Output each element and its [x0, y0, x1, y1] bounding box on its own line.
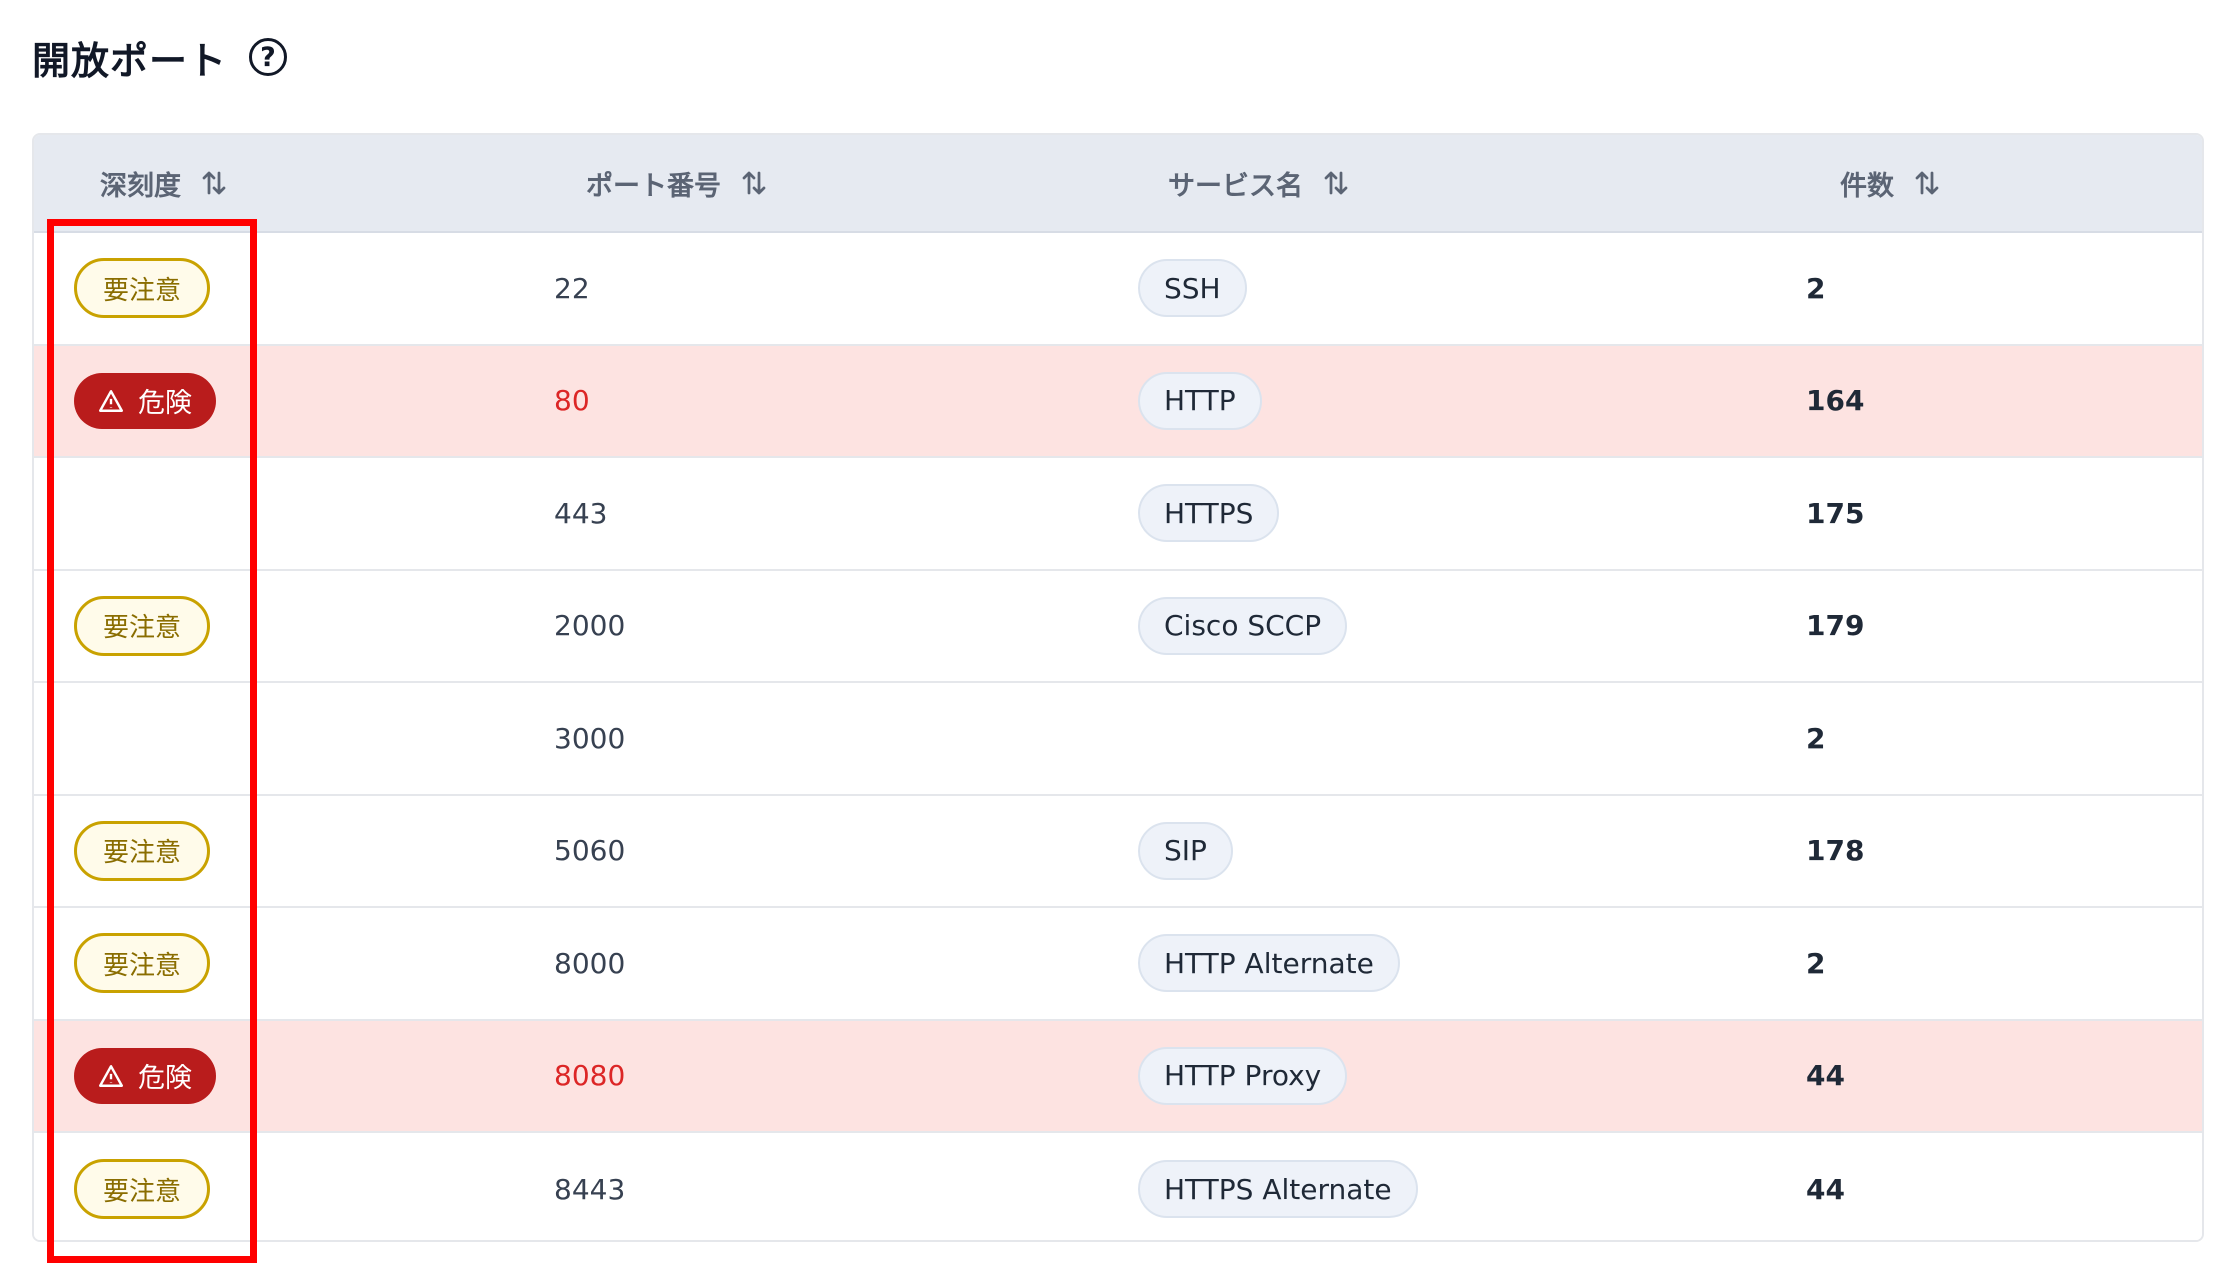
service-tag: HTTP: [1138, 371, 1262, 430]
count-cell: 44: [1806, 1059, 1845, 1093]
service-tag: HTTP Proxy: [1138, 1046, 1348, 1105]
port-cell: 22: [554, 271, 590, 305]
count-cell: 178: [1806, 834, 1865, 868]
port-cell: 8443: [554, 1172, 626, 1206]
sort-arrows-icon[interactable]: [739, 168, 769, 198]
port-cell: 80: [554, 384, 590, 418]
sort-arrows-icon[interactable]: [199, 168, 229, 198]
port-cell: 3000: [554, 721, 626, 755]
table-row[interactable]: 危険 80 HTTP 164: [34, 345, 2202, 458]
count-cell: 2: [1806, 721, 1826, 755]
page-title: 開放ポート: [32, 38, 228, 83]
service-tag: SIP: [1138, 821, 1233, 880]
table-body: 要注意 22 SSH 2 危険 80 HTTP 164 443 HTTPS 17…: [34, 233, 2202, 1240]
port-cell: 8000: [554, 946, 626, 980]
table-row[interactable]: 要注意 8000 HTTP Alternate 2: [34, 908, 2202, 1021]
service-cell: HTTPS Alternate: [1138, 1133, 1418, 1240]
column-header-port[interactable]: ポート番号: [586, 135, 769, 231]
port-cell: 8080: [554, 1059, 626, 1093]
column-header-label: 件数: [1840, 170, 1894, 202]
column-header-service[interactable]: サービス名: [1168, 135, 1351, 231]
count-cell: 2: [1806, 271, 1826, 305]
table-row[interactable]: 危険 8080 HTTP Proxy 44: [34, 1020, 2202, 1133]
title-row: 開放ポート ?: [32, 30, 288, 84]
service-cell: HTTP: [1138, 346, 1262, 457]
port-cell: 443: [554, 496, 608, 530]
sort-arrows-icon[interactable]: [1321, 168, 1351, 198]
port-cell: 5060: [554, 834, 626, 868]
severity-column-highlight: [47, 219, 257, 1263]
column-header-label: サービス名: [1168, 170, 1303, 202]
service-tag: HTTPS: [1138, 484, 1280, 543]
table-row[interactable]: 要注意 2000 Cisco SCCP 179: [34, 570, 2202, 683]
table-row[interactable]: 要注意 8443 HTTPS Alternate 44: [34, 1133, 2202, 1240]
count-cell: 179: [1806, 609, 1865, 643]
table-row[interactable]: 3000 2: [34, 683, 2202, 796]
help-icon[interactable]: ?: [249, 38, 288, 76]
service-tag: SSH: [1138, 259, 1247, 318]
service-cell: HTTP Proxy: [1138, 1021, 1348, 1132]
column-header-label: 深刻度: [100, 170, 181, 202]
column-header-severity[interactable]: 深刻度: [100, 135, 229, 231]
count-cell: 44: [1806, 1172, 1845, 1206]
count-cell: 175: [1806, 496, 1865, 530]
column-header-count[interactable]: 件数: [1840, 135, 1942, 231]
column-header-label: ポート番号: [586, 170, 721, 202]
table-row[interactable]: 443 HTTPS 175: [34, 458, 2202, 571]
count-cell: 164: [1806, 384, 1865, 418]
service-cell: HTTP Alternate: [1138, 908, 1400, 1019]
table-row[interactable]: 要注意 5060 SIP 178: [34, 795, 2202, 908]
count-cell: 2: [1806, 946, 1826, 980]
service-cell: HTTPS: [1138, 458, 1280, 569]
service-cell: SIP: [1138, 796, 1233, 907]
sort-arrows-icon[interactable]: [1912, 168, 1942, 198]
open-ports-table: 深刻度 ポート番号 サービス名 件数 要注意 22 SSH 2 危険 80 HT…: [32, 133, 2204, 1242]
service-tag: Cisco SCCP: [1138, 596, 1348, 655]
port-cell: 2000: [554, 609, 626, 643]
service-tag: HTTP Alternate: [1138, 934, 1400, 993]
table-row[interactable]: 要注意 22 SSH 2: [34, 233, 2202, 346]
table-header: 深刻度 ポート番号 サービス名 件数: [34, 135, 2202, 233]
service-cell: Cisco SCCP: [1138, 571, 1348, 682]
service-tag: HTTPS Alternate: [1138, 1160, 1418, 1219]
service-cell: SSH: [1138, 233, 1247, 344]
